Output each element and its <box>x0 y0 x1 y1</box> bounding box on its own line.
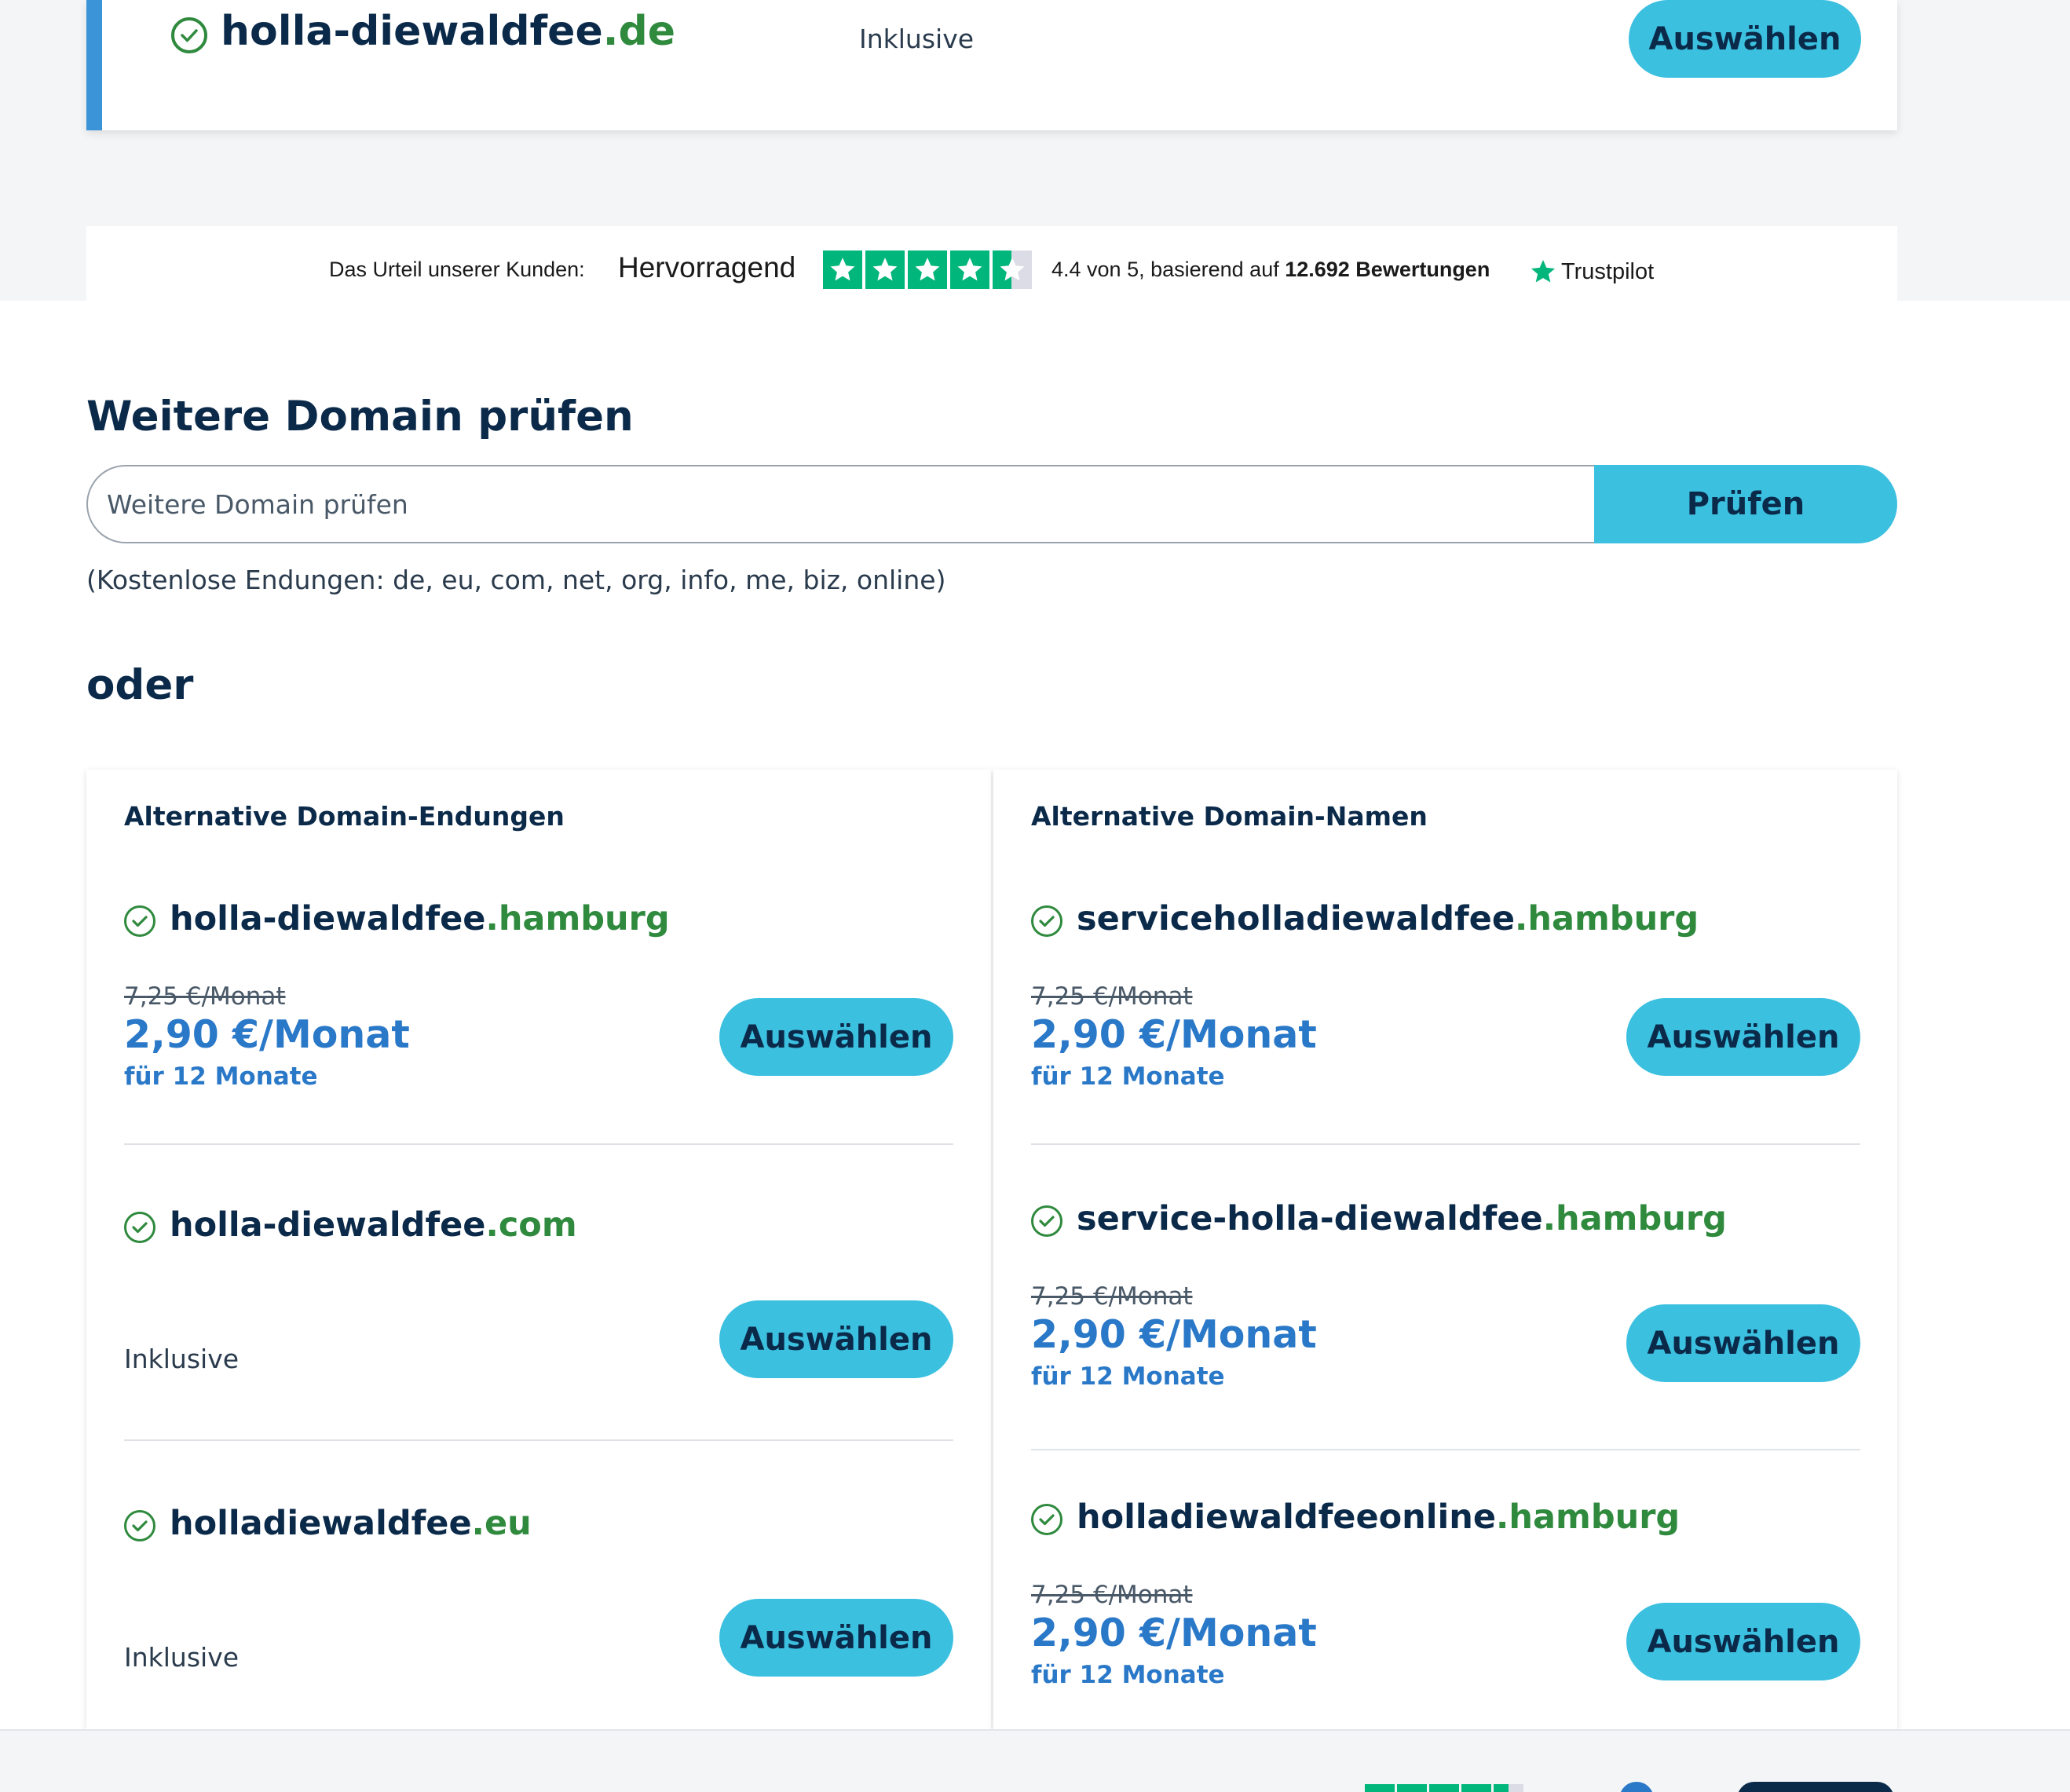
check-circle-icon <box>1031 1504 1062 1535</box>
old-price: 7,25 €/Monat <box>1031 1581 1193 1609</box>
star-icon <box>1397 1784 1427 1792</box>
divider <box>1031 1143 1860 1145</box>
select-button[interactable]: Auswählen <box>719 1599 953 1677</box>
star-icon <box>1365 1784 1395 1792</box>
check-circle-icon <box>171 17 207 53</box>
select-button[interactable]: Auswählen <box>719 1300 953 1378</box>
check-circle-icon <box>124 1510 155 1541</box>
domain-name: service-holla-diewaldfee.hamburg <box>1077 1199 1727 1238</box>
domain-search: Prüfen <box>86 465 1897 543</box>
trustpilot-verdict: Hervorragend <box>618 251 796 283</box>
search-heading: Weitere Domain prüfen <box>86 393 634 441</box>
domain-row: holla-diewaldfee.hamburg 7,25 €/Monat 2,… <box>124 899 953 1204</box>
trustpilot-logo[interactable]: Trustpilot <box>1528 256 1654 287</box>
star-icon <box>823 251 862 289</box>
star-half-icon <box>993 251 1032 289</box>
domain-row: serviceholladiewaldfee.hamburg 7,25 €/Mo… <box>1031 899 1860 1204</box>
old-price: 7,25 €/Monat <box>1031 982 1193 1011</box>
star-icon <box>908 251 947 289</box>
price-term: für 12 Monate <box>1031 1062 1225 1091</box>
check-circle-icon <box>1031 1205 1062 1237</box>
divider <box>124 1439 953 1441</box>
select-button[interactable]: Auswählen <box>1626 998 1860 1076</box>
trustpilot-bar: Das Urteil unserer Kunden: Hervorragend … <box>86 226 1897 301</box>
star-icon <box>950 251 989 289</box>
selected-domain-card: holla-diewaldfee.de Inklusive Auswählen <box>86 0 1897 130</box>
domain-name: serviceholladiewaldfee.hamburg <box>1077 899 1699 938</box>
panel-title: Alternative Domain-Endungen <box>124 801 565 832</box>
selected-domain-status: Inklusive <box>859 24 975 54</box>
price: 2,90 €/Monat <box>124 1012 410 1057</box>
check-circle-icon <box>1031 905 1062 937</box>
oder-heading: oder <box>86 661 194 709</box>
domain-name: holla-diewaldfee.com <box>170 1205 577 1245</box>
bottom-trustpilot-stars <box>1365 1784 1523 1792</box>
star-half-icon <box>1494 1784 1523 1792</box>
star-icon <box>865 251 905 289</box>
bottom-pill-button[interactable] <box>1737 1782 1894 1792</box>
divider <box>124 1143 953 1145</box>
panel-title: Alternative Domain-Namen <box>1031 801 1428 832</box>
selected-domain-tld: .de <box>602 8 675 55</box>
domain-name: holladiewaldfee.eu <box>170 1504 532 1543</box>
divider <box>1031 1449 1860 1450</box>
domain-name: holla-diewaldfee.hamburg <box>170 899 670 938</box>
old-price: 7,25 €/Monat <box>124 982 286 1011</box>
check-domain-button[interactable]: Prüfen <box>1594 465 1897 543</box>
star-icon <box>1429 1784 1459 1792</box>
selected-domain-name: holla-diewaldfee.de <box>221 8 675 55</box>
price: 2,90 €/Monat <box>1031 1012 1317 1057</box>
domain-name: holladiewaldfeeonline.hamburg <box>1077 1498 1681 1537</box>
domain-search-input[interactable] <box>86 465 1596 543</box>
alternative-endings-panel: Alternative Domain-Endungen holla-diewal… <box>86 770 991 1729</box>
alternative-names-panel: Alternative Domain-Namen serviceholladie… <box>993 770 1897 1729</box>
trustpilot-score: 4.4 von 5, basierend auf 12.692 Bewertun… <box>1051 258 1490 281</box>
domain-row: holla-diewaldfee.com Inklusive Auswählen <box>124 1205 953 1510</box>
check-circle-icon <box>124 1212 155 1243</box>
price-term: für 12 Monate <box>1031 1661 1225 1689</box>
select-button[interactable]: Auswählen <box>1626 1603 1860 1680</box>
trustpilot-intro: Das Urteil unserer Kunden: <box>329 258 585 281</box>
star-icon <box>1461 1784 1491 1792</box>
trustpilot-star-icon <box>1531 260 1555 283</box>
trustpilot-stars <box>823 251 1032 289</box>
price: 2,90 €/Monat <box>1031 1611 1317 1655</box>
included-status: Inklusive <box>124 1344 240 1374</box>
price-term: für 12 Monate <box>124 1062 318 1091</box>
old-price: 7,25 €/Monat <box>1031 1282 1193 1311</box>
select-button[interactable]: Auswählen <box>1629 0 1861 78</box>
check-circle-icon <box>124 905 155 937</box>
select-button[interactable]: Auswählen <box>1626 1304 1860 1382</box>
price: 2,90 €/Monat <box>1031 1312 1317 1357</box>
free-endings-hint: (Kostenlose Endungen: de, eu, com, net, … <box>86 565 946 595</box>
price-term: für 12 Monate <box>1031 1362 1225 1391</box>
select-button[interactable]: Auswählen <box>719 998 953 1076</box>
included-status: Inklusive <box>124 1642 240 1673</box>
domain-row: service-holla-diewaldfee.hamburg 7,25 €/… <box>1031 1199 1860 1504</box>
